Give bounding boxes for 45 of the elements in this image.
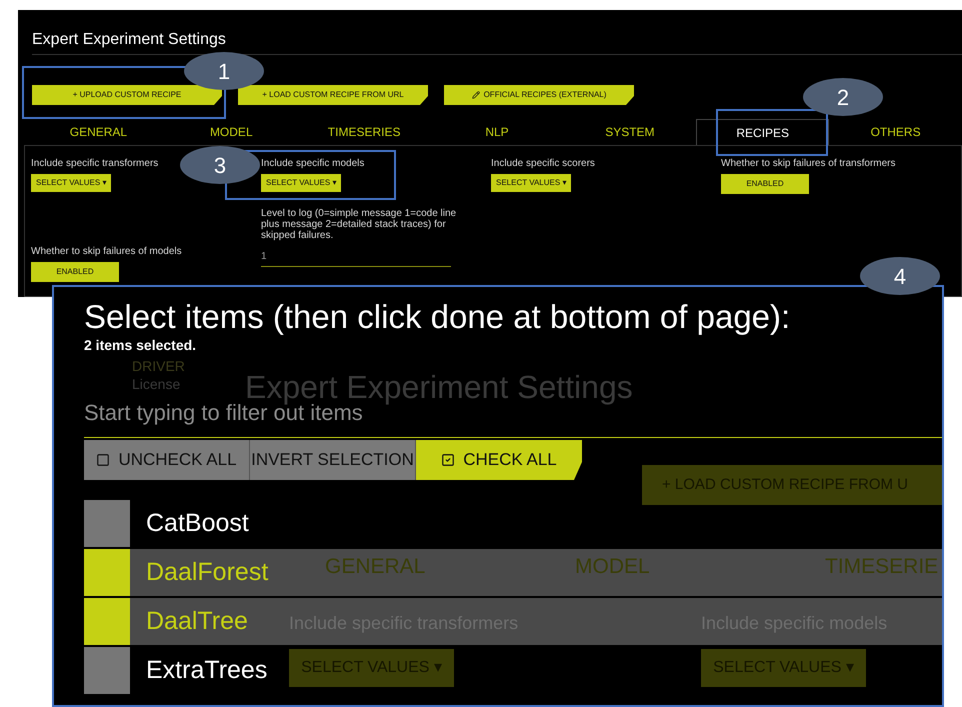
select-values-button[interactable]: SELECT VALUES ▾ <box>491 174 572 192</box>
item-checkbox[interactable] <box>84 549 130 596</box>
log-level-input[interactable]: 1 <box>261 249 451 267</box>
ghost-side-label: License <box>132 375 182 393</box>
selection-action-button[interactable]: CHECK ALL <box>416 440 582 480</box>
ghost-tab-label: GENERAL <box>325 554 426 580</box>
select-values-button[interactable]: SELECT VALUES ▾ <box>31 174 112 192</box>
selection-action-button[interactable]: INVERT SELECTION <box>250 440 416 480</box>
pencil-icon <box>472 91 480 99</box>
checked-box-icon <box>441 453 456 467</box>
select-values-button[interactable]: SELECT VALUES ▾ <box>261 174 342 192</box>
dialog-title: Select items (then click done at bottom of page): <box>84 299 792 335</box>
panel-title: Expert Experiment Settings <box>32 30 227 50</box>
settings-tab[interactable]: SYSTEM <box>563 119 696 145</box>
settings-tab[interactable]: NLP <box>430 119 564 145</box>
item-label: DaalTree <box>146 606 248 637</box>
recipe-button[interactable]: OFFICIAL RECIPES (EXTERNAL) <box>444 85 634 105</box>
list-item[interactable]: DaalForest GENERAL MODEL TIMESERIE <box>84 549 942 596</box>
settings-tab[interactable]: GENERAL <box>32 119 165 145</box>
item-checkbox[interactable] <box>84 647 130 694</box>
item-label: DaalForest <box>146 556 268 588</box>
recipe-button[interactable]: + LOAD CUSTOM RECIPE FROM URL <box>238 85 428 105</box>
enabled-toggle[interactable]: ENABLED <box>721 174 809 194</box>
field-label: Include specific scorers <box>491 157 595 171</box>
settings-tab[interactable]: TIMESERIES <box>298 119 431 145</box>
selected-count: 2 items selected. <box>84 336 198 355</box>
field-label: Level to log (0=simple message 1=code line plus message 2=detailed stack traces) for skipped failures. <box>261 208 458 241</box>
field-label: Whether to skip failures of transformers <box>721 157 896 171</box>
item-label: ExtraTrees <box>146 654 268 686</box>
ghost-tab-label: TIMESERIE <box>825 554 940 580</box>
item-checkbox[interactable] <box>84 598 130 645</box>
item-label: CatBoost <box>146 508 249 539</box>
settings-tab[interactable]: RECIPES <box>696 119 830 145</box>
item-checkbox[interactable] <box>84 500 130 547</box>
settings-tab[interactable]: MODEL <box>164 119 298 145</box>
field-label: Include specific models <box>261 157 364 171</box>
ghost-tab-label: MODEL <box>575 554 651 580</box>
ghost-side-label: DRIVER <box>132 357 185 375</box>
enabled-toggle[interactable]: ENABLED <box>31 262 119 282</box>
empty-checkbox-icon <box>96 453 110 467</box>
field-label: Whether to skip failures of models <box>31 245 182 259</box>
selection-action-button[interactable]: UNCHECK ALL <box>84 440 250 480</box>
field-label: Include specific transformers <box>31 157 158 171</box>
settings-tab[interactable]: OTHERS <box>829 119 962 145</box>
recipe-button[interactable]: + UPLOAD CUSTOM RECIPE <box>32 85 222 105</box>
